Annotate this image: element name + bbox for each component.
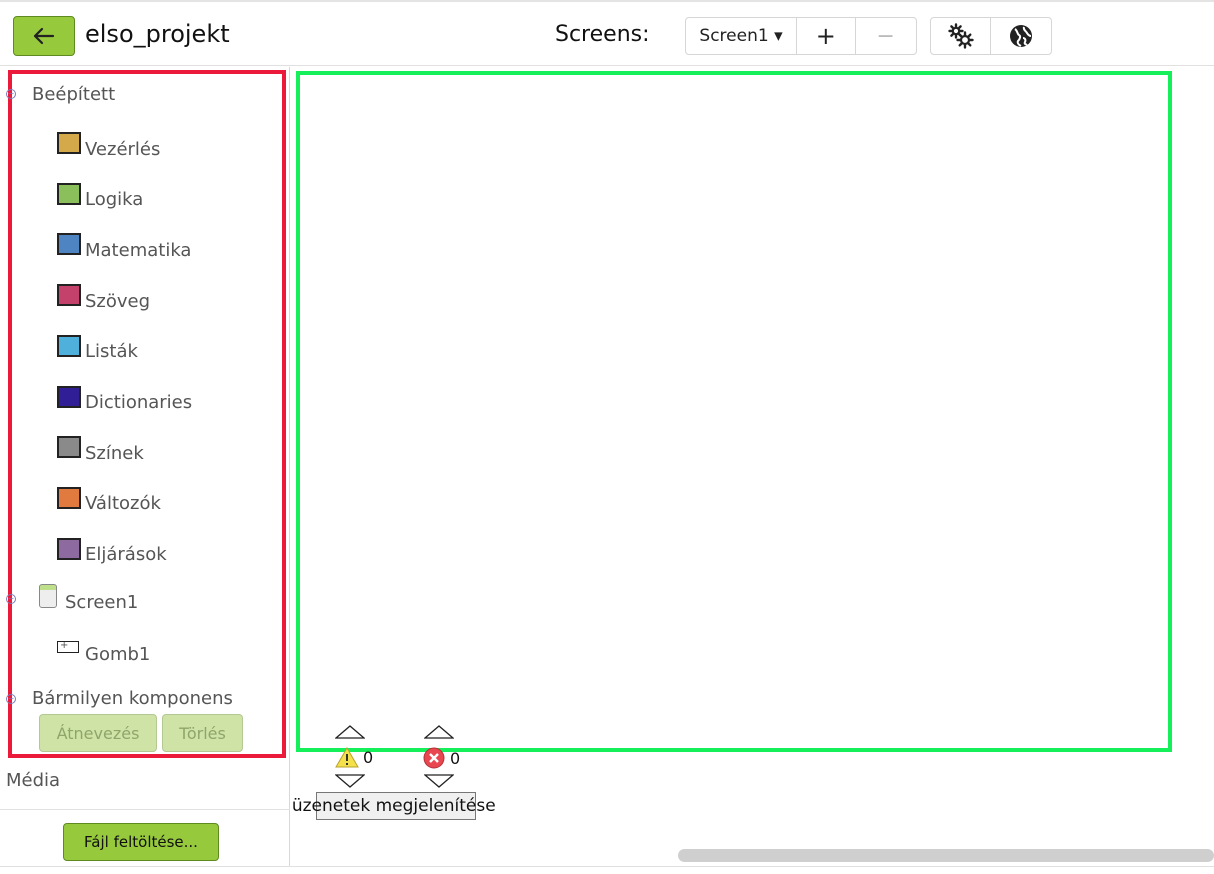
category-label: Vezérlés [85, 138, 161, 160]
collapse-screen-icon[interactable]: − [6, 594, 16, 604]
category-label: Színek [85, 442, 144, 464]
warning-prev-icon[interactable] [335, 725, 365, 739]
category-item[interactable]: Színek [57, 436, 144, 467]
delete-button[interactable]: Törlés [162, 714, 243, 752]
category-label: Változók [85, 493, 161, 515]
project-properties-button[interactable] [931, 18, 992, 54]
toolbar: elso_projekt Screens: Screen1 ▾ + − [0, 0, 1214, 66]
category-color-swatch [57, 537, 81, 560]
error-prev-icon[interactable] [424, 725, 454, 739]
category-label: Logika [85, 189, 144, 211]
category-item[interactable]: Matematika [57, 233, 192, 264]
error-next-icon[interactable] [424, 774, 454, 788]
screen-select[interactable]: Screen1 ▾ [686, 18, 798, 54]
warning-counter: 0 [335, 747, 373, 768]
bottom-divider [0, 866, 1214, 867]
tree-button1[interactable]: + Gomb1 [57, 640, 150, 668]
error-count: 0 [450, 748, 461, 768]
rename-button[interactable]: Átnevezés [39, 714, 157, 752]
warning-count: 0 [363, 748, 374, 767]
error-counter: 0 [423, 747, 460, 769]
divider [0, 809, 290, 810]
horizontal-scrollbar[interactable] [678, 849, 1214, 862]
category-item[interactable]: Eljárások [57, 537, 167, 569]
category-color-swatch [57, 284, 81, 307]
category-label: Listák [85, 341, 138, 363]
category-color-swatch [57, 334, 81, 357]
media-label: Média [6, 770, 61, 791]
project-title: elso_projekt [85, 20, 230, 48]
category-item[interactable]: Dictionaries [57, 385, 193, 417]
category-item[interactable]: Szöveg [57, 284, 151, 315]
show-warnings-label: Figyelmeztető üzenetek megjelenítése [290, 796, 496, 816]
tree-builtin[interactable]: Beépített [32, 84, 115, 105]
remove-screen-button[interactable]: − [856, 18, 916, 54]
collapse-any-component-icon[interactable]: − [6, 694, 16, 704]
screen-controls: Screen1 ▾ + − [685, 17, 917, 55]
category-item[interactable]: Változók [57, 486, 161, 518]
category-label: Matematika [85, 239, 192, 261]
upload-file-button[interactable]: Fájl feltöltése... [63, 823, 219, 861]
gears-icon [947, 23, 974, 49]
category-color-swatch [57, 385, 81, 408]
warning-next-icon[interactable] [335, 774, 365, 788]
back-button[interactable] [13, 16, 75, 56]
category-item[interactable]: Listák [57, 334, 138, 366]
blocks-panel: − Beépített Vezérlés Logika Matematika Szöv… [6, 70, 286, 758]
category-label: Szöveg [85, 290, 151, 312]
language-button[interactable] [991, 18, 1051, 54]
error-icon [423, 747, 445, 769]
category-color-swatch [57, 182, 81, 205]
screens-label: Screens: [555, 22, 650, 47]
category-label: Dictionaries [85, 392, 193, 413]
category-item[interactable]: Vezérlés [57, 132, 161, 163]
button-component-icon: + [57, 641, 79, 653]
tree-screen1[interactable]: Screen1 [65, 592, 138, 613]
category-color-swatch [57, 436, 81, 459]
category-label: Eljárások [85, 544, 167, 566]
collapse-builtin-icon[interactable]: − [6, 89, 16, 99]
category-color-swatch [57, 486, 81, 509]
arrow-left-icon [33, 27, 55, 45]
category-item[interactable]: Logika [57, 182, 144, 214]
project-controls [930, 17, 1052, 55]
category-color-swatch [57, 233, 81, 256]
screen-component-icon [39, 584, 57, 608]
add-screen-button[interactable]: + [797, 18, 856, 54]
tree-any-component[interactable]: Bármilyen komponens [32, 688, 233, 710]
blocks-workspace[interactable] [296, 71, 1172, 752]
button1-label: Gomb1 [85, 643, 151, 665]
sidebar: − Beépített Vezérlés Logika Matematika Szöv… [0, 67, 290, 867]
category-color-swatch [57, 132, 81, 154]
warnings-toggle-label-clip: Figyelmeztető üzenetek megjelenítése [290, 790, 580, 824]
warning-icon [335, 747, 359, 768]
globe-icon [1010, 25, 1032, 47]
